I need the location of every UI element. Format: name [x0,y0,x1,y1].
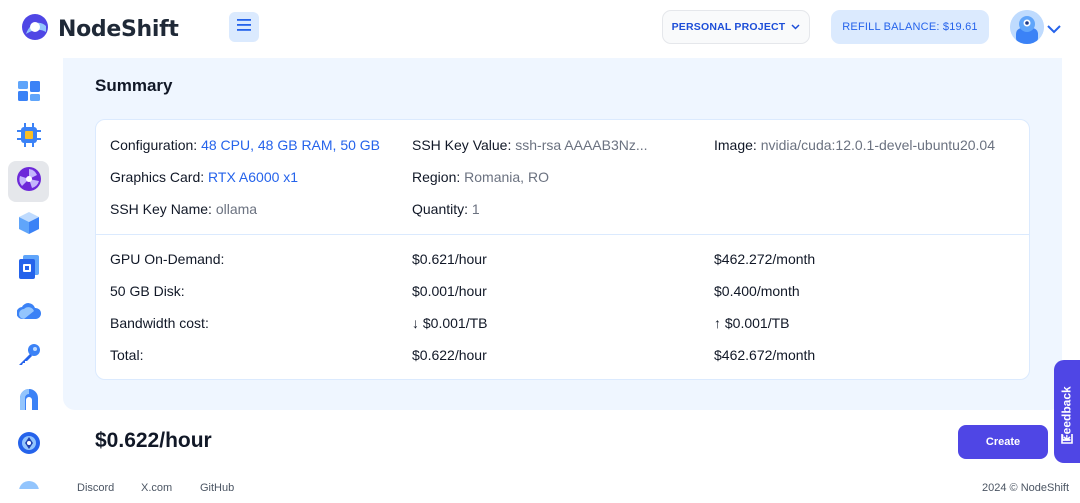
region-label: Region: [412,169,461,185]
cost-monthly: ↑ $0.001/TB [714,315,790,331]
graphics-card-label: Graphics Card: [110,169,205,185]
nodeshift-logo-icon [18,12,52,47]
cost-label: 50 GB Disk: [110,283,185,299]
sidebar [0,58,58,503]
storage-icon [18,255,39,284]
account-chevron-down-icon[interactable] [1047,21,1061,39]
network-icon [17,431,41,460]
deploy-icon [18,388,40,415]
cost-hourly: $0.001/hour [412,283,487,299]
ssh-key-name-label: SSH Key Name: [110,201,212,217]
sidebar-item-network[interactable] [8,425,49,466]
cpu-chip-icon [16,123,41,152]
brand-logo[interactable]: NodeShift [18,12,179,47]
sidebar-item-ssh-keys[interactable] [8,337,49,378]
quantity-label: Quantity: [412,201,469,217]
image-label: Image: [714,137,757,153]
top-bar: NodeShift PERSONAL PROJECT REFILL BALANC… [0,0,1080,58]
summary-title: Summary [95,76,173,95]
cost-label: GPU On-Demand: [110,251,225,267]
hamburger-icon [237,18,251,36]
ssh-key-name-row: SSH Key Name: ollama [110,201,257,217]
brand-name: NodeShift [58,17,179,42]
dashboard-icon [17,81,40,106]
sidebar-item-cloud[interactable] [8,293,49,334]
sidebar-item-deploy[interactable] [8,381,49,422]
configuration-row: Configuration: 48 CPU, 48 GB RAM, 50 GB [110,137,380,153]
ssh-key-value: ssh-rsa AAAAB3Nz... [515,137,648,153]
refill-balance-button[interactable]: REFILL BALANCE: $19.61 [831,10,989,44]
image-value: nvidia/cuda:12.0.1-devel-ubuntu20.04 [760,137,995,153]
total-price: $0.622/hour [95,429,212,452]
ssh-key-value-label: SSH Key Value: [412,137,512,153]
sidebar-item-storage[interactable] [8,249,49,290]
configuration-value: 48 CPU, 48 GB RAM, 50 GB [201,137,381,153]
key-icon [17,343,41,372]
sidebar-item-gpu[interactable] [8,161,49,202]
configuration-label: Configuration: [110,137,198,153]
quantity-value: 1 [471,201,480,217]
sidebar-item-containers[interactable] [8,205,49,246]
ssh-key-name-value: ollama [215,201,258,217]
cost-monthly: $0.400/month [714,283,800,299]
partial-icon [18,469,40,489]
cost-hourly: ↓ $0.001/TB [412,315,488,331]
cost-monthly: $462.272/month [714,251,816,267]
sidebar-item-compute[interactable] [8,117,49,158]
menu-toggle-button[interactable] [229,12,259,42]
cube-icon [18,211,40,240]
region-value: Romania, RO [464,169,549,185]
cost-monthly: $462.672/month [714,347,816,363]
cost-label: Total: [110,347,144,363]
feedback-icon [1060,431,1074,450]
chevron-down-icon [791,21,800,33]
card-divider [96,234,1029,235]
sidebar-item-more[interactable] [8,469,49,489]
cloud-icon [15,303,41,324]
cost-hourly: $0.622/hour [412,347,487,363]
graphics-card-row: Graphics Card: RTX A6000 x1 [110,169,298,185]
footer-link-github[interactable]: GitHub [200,482,234,494]
sidebar-item-dashboard[interactable] [8,73,49,114]
gpu-fan-icon [16,166,42,197]
image-row: Image: nvidia/cuda:12.0.1-devel-ubuntu20… [714,137,995,153]
copyright: 2024 © NodeShift [982,482,1069,494]
create-button[interactable]: Create [958,425,1048,459]
quantity-row: Quantity: 1 [412,201,480,217]
avatar[interactable] [1010,10,1044,44]
region-row: Region: Romania, RO [412,169,549,185]
cost-label: Bandwidth cost: [110,315,209,331]
footer-link-x[interactable]: X.com [141,482,172,494]
footer-link-discord[interactable]: Discord [77,482,114,494]
project-selector-label: PERSONAL PROJECT [671,21,786,33]
graphics-card-value: RTX A6000 x1 [208,169,299,185]
cost-hourly: $0.621/hour [412,251,487,267]
summary-card: Configuration: 48 CPU, 48 GB RAM, 50 GB … [95,119,1030,380]
ssh-key-value-row: SSH Key Value: ssh-rsa AAAAB3Nz... [412,137,648,153]
project-selector-button[interactable]: PERSONAL PROJECT [662,10,810,44]
